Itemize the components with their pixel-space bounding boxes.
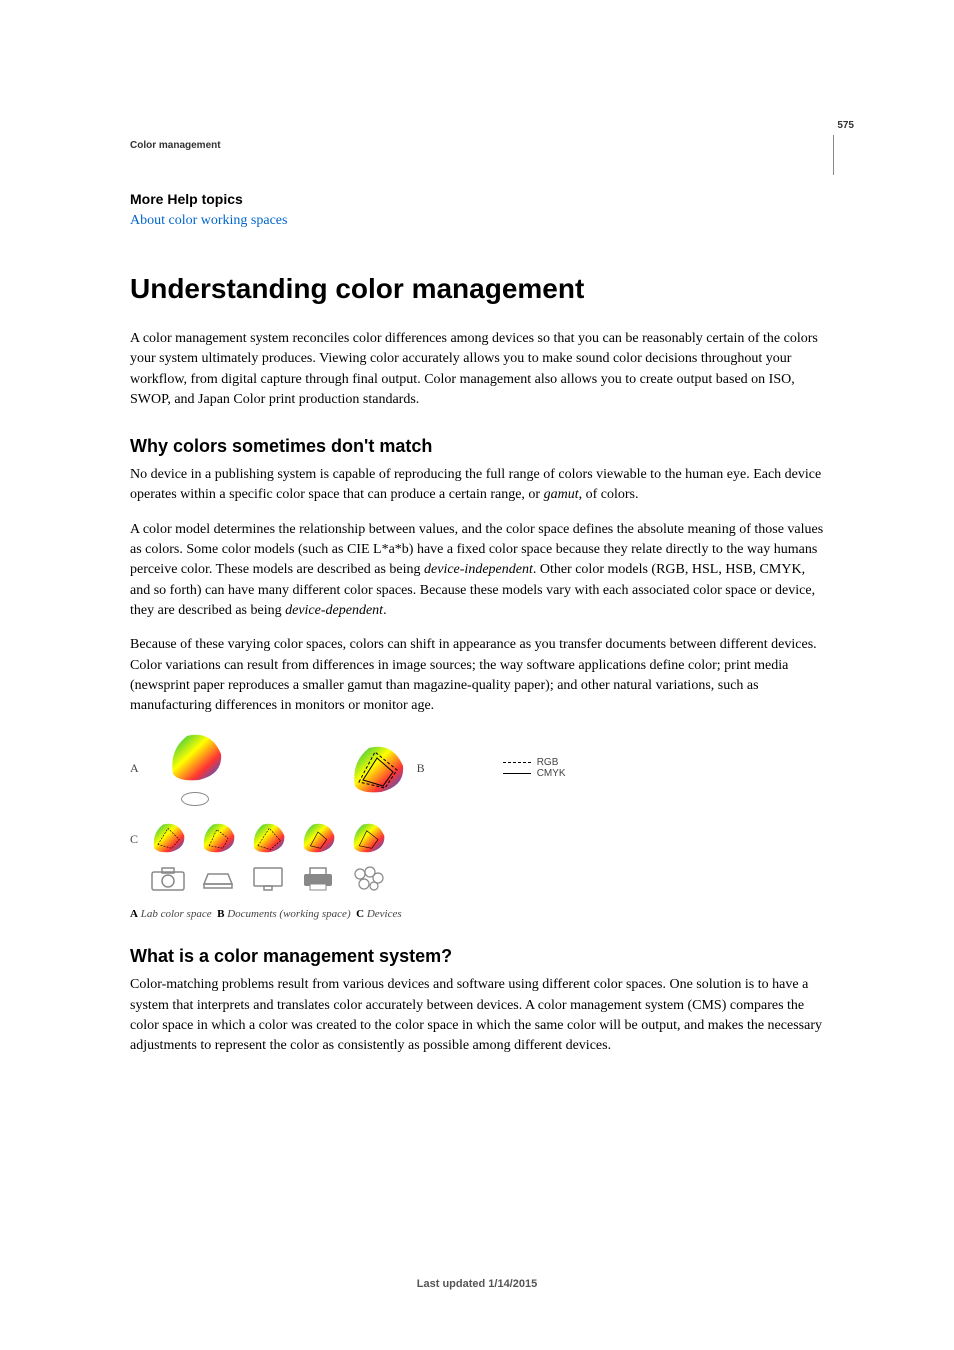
device-inkjet-col bbox=[298, 820, 338, 892]
inkjet-printer-icon bbox=[300, 864, 336, 892]
more-help-heading: More Help topics bbox=[130, 191, 824, 207]
text-span: No device in a publishing system is capa… bbox=[130, 467, 821, 502]
page-number-rule bbox=[833, 135, 834, 175]
section1-p3: Because of these varying color spaces, c… bbox=[130, 635, 824, 716]
legend-rgb: RGB bbox=[503, 757, 566, 768]
gamut-b-group: B bbox=[345, 742, 425, 794]
caption-text-c: Devices bbox=[367, 908, 402, 920]
figure-bottom-row: C bbox=[130, 820, 824, 892]
page-number: 575 bbox=[837, 120, 854, 131]
figure-legend: RGB CMYK bbox=[503, 757, 566, 779]
section2-p1: Color-matching problems result from vari… bbox=[130, 975, 824, 1056]
figure-caption: A Lab color space B Documents (working s… bbox=[130, 908, 824, 920]
oval-icon bbox=[181, 792, 209, 806]
term-gamut: gamut bbox=[544, 487, 579, 502]
article-intro: A color management system reconciles col… bbox=[130, 329, 824, 410]
device-gamut-icon bbox=[248, 820, 288, 854]
legend-cmyk-label: CMYK bbox=[537, 768, 566, 779]
text-span: . bbox=[383, 603, 387, 618]
figure-label-a: A bbox=[130, 761, 139, 776]
device-gamut-icon bbox=[148, 820, 188, 854]
caption-key-b: B bbox=[217, 908, 224, 920]
device-camera-col bbox=[148, 820, 188, 892]
device-monitor-col bbox=[248, 820, 288, 892]
gamut-a-group bbox=[163, 730, 227, 806]
section1-p2: A color model determines the relationshi… bbox=[130, 520, 824, 621]
solid-line-icon bbox=[503, 773, 531, 774]
device-gamut-icon bbox=[298, 820, 338, 854]
press-icon bbox=[350, 864, 386, 892]
legend-rgb-label: RGB bbox=[537, 757, 559, 768]
caption-text-b: Documents (working space) bbox=[227, 908, 350, 920]
dashed-line-icon bbox=[503, 762, 531, 763]
device-gamut-icon bbox=[348, 820, 388, 854]
caption-text-a: Lab color space bbox=[141, 908, 212, 920]
lab-gamut-icon bbox=[163, 730, 227, 782]
heading-why-colors-dont-match: Why colors sometimes don't match bbox=[130, 436, 824, 457]
link-about-color-working-spaces[interactable]: About color working spaces bbox=[130, 213, 287, 228]
caption-key-a: A bbox=[130, 908, 138, 920]
scanner-icon bbox=[200, 864, 236, 892]
camera-icon bbox=[150, 864, 186, 892]
document-gamut-icon bbox=[345, 742, 409, 794]
figure-label-b: B bbox=[417, 761, 425, 776]
term-device-independent: device-independent bbox=[424, 562, 533, 577]
text-span: , of colors. bbox=[579, 487, 639, 502]
chapter-label: Color management bbox=[130, 140, 824, 151]
figure-top-row: A B bbox=[130, 730, 824, 806]
device-scanner-col bbox=[198, 820, 238, 892]
heading-what-is-cms: What is a color management system? bbox=[130, 946, 824, 967]
article-title: Understanding color management bbox=[130, 273, 824, 305]
figure-color-gamuts: A B bbox=[130, 730, 824, 920]
device-press-col bbox=[348, 820, 388, 892]
monitor-icon bbox=[250, 864, 286, 892]
legend-cmyk: CMYK bbox=[503, 768, 566, 779]
section1-p1: No device in a publishing system is capa… bbox=[130, 465, 824, 506]
figure-label-c: C bbox=[130, 832, 138, 847]
caption-key-c: C bbox=[356, 908, 364, 920]
device-gamut-icon bbox=[198, 820, 238, 854]
footer-last-updated: Last updated 1/14/2015 bbox=[0, 1278, 954, 1290]
page-content: Color management More Help topics About … bbox=[0, 0, 954, 1057]
term-device-dependent: device-dependent bbox=[285, 603, 383, 618]
